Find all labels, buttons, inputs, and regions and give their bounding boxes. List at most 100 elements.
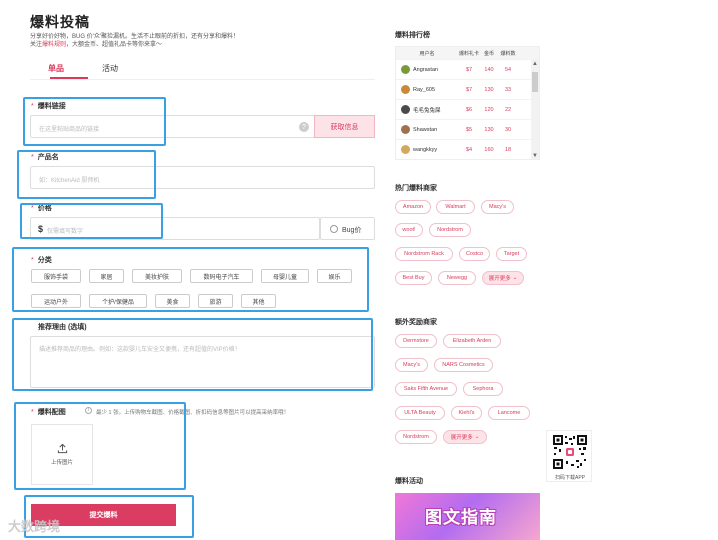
required-mark: * [31, 103, 34, 110]
product-name-input[interactable]: 如：KitchenAid 厨师机 [30, 166, 375, 189]
merchant-macys-extra[interactable]: Macy's [395, 358, 428, 372]
reason-textarea[interactable]: 描述推荐商品的理由。例如：这款婴儿车安全又便携，还有超值的VIP价格！ [30, 336, 375, 388]
bug-price-radio[interactable] [330, 225, 338, 233]
rank-user[interactable]: 毛毛兔兔屎 [396, 105, 458, 114]
rank-card: $5 [465, 126, 473, 133]
rank-username: Angrastan [413, 66, 439, 73]
category-personal-care[interactable]: 个护/保健品 [89, 294, 147, 308]
category-food[interactable]: 美食 [155, 294, 190, 308]
app-download-qr[interactable]: 扫码下载APP [546, 430, 592, 482]
description-line-1: 分享好价好物，BUG 价'众'聚捡漏机。生活不止眼前的折扣，还有分享和爆料！ [30, 34, 239, 40]
merchant-lancome[interactable]: Lancome [488, 406, 530, 420]
images-hint: 最少 1 张。上传购物车截图、价格截图、折扣码信息等图片可以提高采纳率哦！ [96, 410, 290, 416]
bug-price-option[interactable]: Bug价 [320, 217, 375, 240]
page-title: 爆料投稿 [30, 14, 90, 30]
merchant-target[interactable]: Target [496, 247, 527, 261]
rank-user[interactable]: Angrastan [396, 65, 458, 74]
merchant-ulta[interactable]: ULTA Beauty [395, 406, 445, 420]
merchant-amazon[interactable]: Amazon [395, 200, 431, 214]
scroll-up-icon[interactable]: ▲ [531, 60, 539, 68]
category-apparel[interactable]: 服饰手袋 [31, 269, 81, 283]
merchant-nars[interactable]: NARS Cosmetics [434, 358, 493, 372]
merchant-dermstore[interactable]: Dermstore [395, 334, 437, 348]
expand-label: 展开更多 [450, 435, 473, 441]
rules-link[interactable]: 爆料规则 [42, 42, 66, 48]
help-icon[interactable]: ? [299, 122, 309, 132]
rank-user[interactable]: Ray_605 [396, 85, 458, 94]
avatar [401, 85, 410, 94]
category-entertainment[interactable]: 娱乐 [317, 269, 352, 283]
bug-price-label: Bug价 [342, 227, 362, 234]
rank-user[interactable]: wangkkyy [396, 145, 458, 154]
rank-count: 30 [504, 126, 512, 133]
rank-username: wangkkyy [413, 146, 438, 153]
info-icon: i [85, 407, 92, 414]
activity-banner[interactable]: 图文指南 [395, 493, 540, 540]
merchant-best-buy[interactable]: Best Buy [395, 271, 432, 285]
rank-user[interactable]: Shawstan [396, 125, 458, 134]
tab-bar: 单品 活动 [30, 60, 375, 80]
rank-card: $7 [465, 66, 473, 73]
merchant-saks[interactable]: Saks Fifth Avenue [395, 382, 457, 396]
category-travel[interactable]: 旅游 [198, 294, 233, 308]
merchant-elizabeth-arden[interactable]: Elizabeth Arden [443, 334, 501, 348]
merchant-macys[interactable]: Macy's [481, 200, 514, 214]
merchant-newegg[interactable]: Newegg [438, 271, 476, 285]
merchant-nordstrom-rack[interactable]: Nordstrom Rack [395, 247, 453, 261]
category-home[interactable]: 家居 [89, 269, 124, 283]
images-label: * 爆料配图 [31, 407, 66, 417]
scroll-thumb[interactable] [532, 72, 538, 92]
merchant-nordstrom[interactable]: Nordstrom [429, 223, 471, 237]
required-mark: * [31, 257, 34, 264]
avatar [401, 125, 410, 134]
required-mark: * [31, 205, 34, 212]
category-label: * 分类 [31, 255, 52, 265]
currency-symbol: $ [38, 224, 44, 234]
category-other[interactable]: 其他 [241, 294, 276, 308]
description-line-2: 关注爆料规则，大额金币、超值礼品卡等你来拿～ [30, 41, 280, 49]
banner-text: 图文指南 [425, 508, 497, 527]
merchant-kiehls[interactable]: Kiehl's [451, 406, 482, 420]
rank-coins: 130 [484, 86, 494, 93]
hot-merchants-expand-button[interactable]: 展开更多 ⌄ [482, 271, 524, 285]
link-input[interactable]: 在这里粘贴商品的链接 [30, 115, 315, 138]
rank-table: 用户名 爆料礼卡 金币 爆料数 Angrastan $7 140 54 Ray_605 $… [395, 46, 540, 160]
merchant-walmart[interactable]: Walmart [436, 200, 475, 214]
extra-merchants-title: 额外奖励商家 [395, 319, 437, 326]
header-coins: 金币 [483, 50, 494, 57]
merchant-sephora[interactable]: Sephora [463, 382, 503, 396]
fetch-info-button[interactable]: 获取信息 [314, 115, 375, 138]
rank-card: $6 [465, 106, 473, 113]
avatar [401, 145, 410, 154]
upload-image-area[interactable]: 上传图片 [31, 424, 93, 485]
merchant-nordstrom-extra[interactable]: Nordstrom [395, 430, 437, 444]
rank-row: Angrastan $7 140 54 [396, 59, 539, 79]
scroll-down-icon[interactable]: ▼ [531, 152, 539, 159]
rank-scrollbar[interactable]: ▲ ▼ [531, 59, 539, 159]
category-outdoor[interactable]: 运动户外 [31, 294, 81, 308]
category-electronics[interactable]: 数码电子汽车 [190, 269, 253, 283]
page-description: 分享好价好物，BUG 价'众'聚捡漏机。生活不止眼前的折扣，还有分享和爆料！ 关… [30, 33, 280, 49]
category-baby[interactable]: 母婴儿童 [261, 269, 309, 283]
header-username: 用户名 [419, 50, 435, 57]
rank-card: $7 [465, 86, 473, 93]
rank-coins: 130 [484, 126, 494, 133]
rank-row: 毛毛兔兔屎 $6 120 22 [396, 99, 539, 119]
tab-activity[interactable]: 活动 [102, 63, 118, 74]
merchant-costco[interactable]: Costco [459, 247, 490, 261]
category-beauty[interactable]: 美妆护肤 [132, 269, 182, 283]
rank-coins: 120 [484, 106, 494, 113]
tab-single-item[interactable]: 单品 [48, 63, 64, 74]
required-mark: * [31, 154, 34, 161]
hot-merchants-title: 热门爆料商家 [395, 185, 437, 192]
price-input[interactable]: $ 仅需填写数字 [30, 217, 320, 240]
rank-row: Ray_605 $7 130 33 [396, 79, 539, 99]
rank-count: 18 [504, 146, 512, 153]
reason-label: 推荐理由 (选填) [38, 324, 87, 331]
rank-username: Shawstan [413, 126, 438, 133]
link-label: * 爆料链接 [31, 101, 66, 111]
rank-row: wangkkyy $4 160 18 [396, 139, 539, 159]
extra-merchants-expand-button[interactable]: 展开更多 ⌄ [443, 430, 487, 444]
merchant-woot[interactable]: woot! [395, 223, 423, 237]
chevron-down-icon: ⌄ [474, 434, 480, 440]
